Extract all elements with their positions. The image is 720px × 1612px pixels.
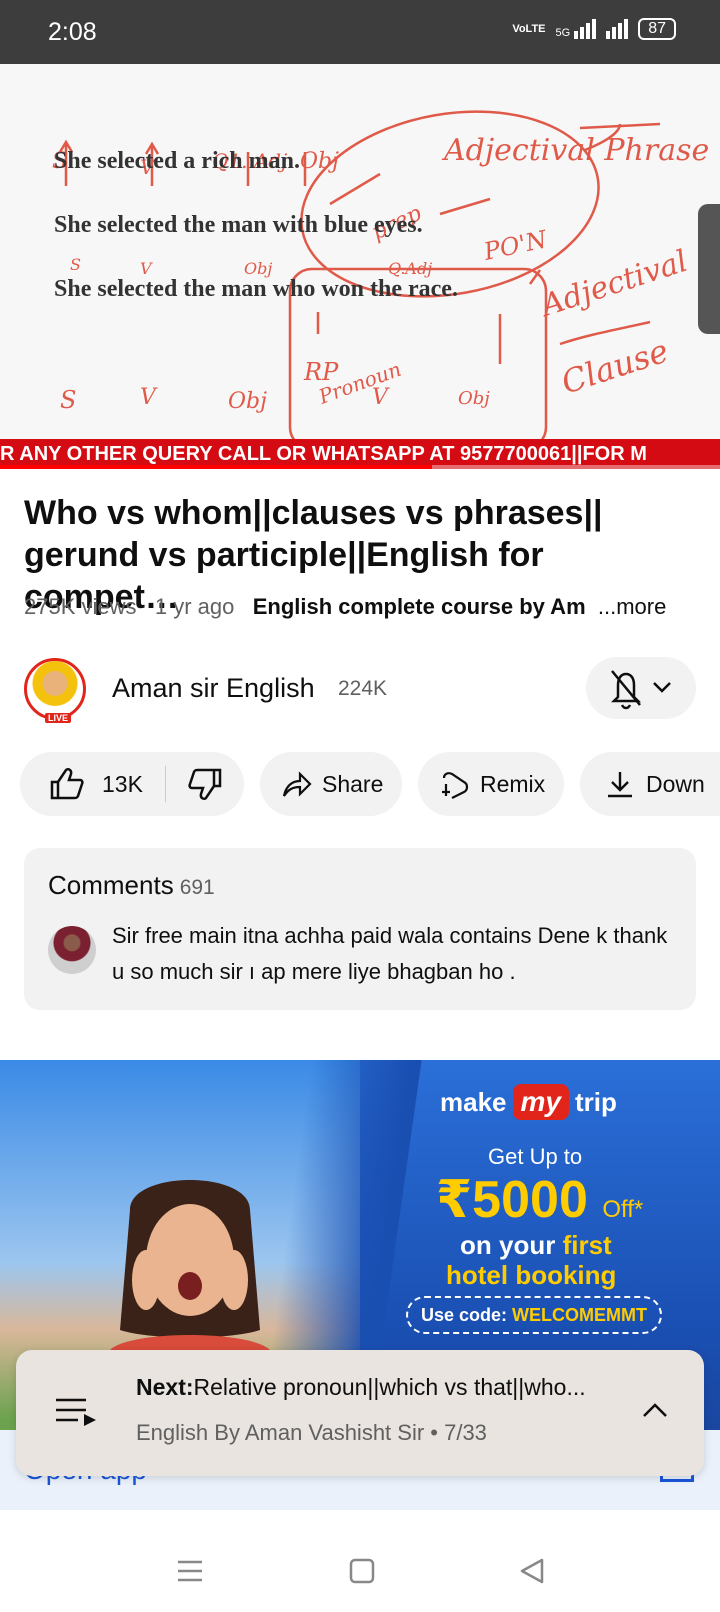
status-bar: 2:08 VoLTE 5G 87 xyxy=(0,0,720,64)
remix-button[interactable]: Remix xyxy=(418,752,564,816)
home-icon[interactable] xyxy=(348,1556,376,1586)
top-comment-text: Sir free main itna achha paid wala conta… xyxy=(112,923,668,984)
playlist-link[interactable]: English complete course by Am xyxy=(253,594,586,619)
upload-age: 1 yr ago xyxy=(154,594,235,619)
clock: 2:08 xyxy=(48,18,97,46)
comments-header: Comments 691 xyxy=(48,870,215,900)
remix-icon xyxy=(442,772,469,799)
comment-count: 691 xyxy=(179,876,215,899)
next-up-bar[interactable]: Next:Relative pronoun||which vs that||wh… xyxy=(16,1350,704,1476)
share-icon xyxy=(282,771,312,797)
svg-text:S: S xyxy=(70,255,81,274)
like-icon[interactable] xyxy=(46,764,86,804)
live-badge: LIVE xyxy=(45,713,72,723)
svg-text:PO'N: PO'N xyxy=(480,225,550,266)
ad-promo-code: Use code: WELCOMEMMT xyxy=(406,1296,662,1334)
download-icon xyxy=(608,772,632,798)
next-video-subtitle: English By Aman Vashisht Sir • 7/33 xyxy=(136,1420,487,1445)
channel-name[interactable]: Aman sir English xyxy=(112,673,315,704)
sentence-1: She selected a rich man. xyxy=(54,148,300,174)
bell-off-icon xyxy=(610,670,671,710)
video-player[interactable]: S V Q1. Adj Obj Adjectival Phrase S V Ob… xyxy=(0,64,720,469)
back-icon[interactable] xyxy=(518,1556,546,1586)
next-video-title[interactable]: Next:Relative pronoun||which vs that||wh… xyxy=(136,1374,616,1401)
notification-bell-button[interactable] xyxy=(586,657,696,719)
volte-icon: VoLTE xyxy=(512,23,546,35)
comments-panel[interactable]: Comments 691 Sir free main itna achha pai… xyxy=(24,848,696,1010)
svg-text:Adjectival: Adjectival xyxy=(535,244,692,325)
sentence-3: She selected the man who won the race. xyxy=(54,276,458,302)
svg-text:V: V xyxy=(140,385,158,410)
svg-text:Obj: Obj xyxy=(458,388,490,409)
svg-text:Obj: Obj xyxy=(228,389,267,414)
makemytrip-logo: make my trip xyxy=(440,1084,617,1120)
sentence-2: She selected the man with blue eyes. xyxy=(54,212,423,238)
channel-row: LIVE Aman sir English 224K xyxy=(24,655,696,725)
label-adjectival-phrase: Adjectival Phrase xyxy=(441,133,709,168)
ad-line-3: on your first xyxy=(460,1230,612,1260)
video-meta[interactable]: 275K views 1 yr ago English complete cou… xyxy=(24,594,684,620)
ad-price: ₹5000 Off* xyxy=(436,1171,644,1229)
chevron-up-icon[interactable] xyxy=(640,1396,670,1426)
chevron-down-icon xyxy=(653,682,671,693)
svg-text:Clause: Clause xyxy=(557,332,673,402)
commenter-avatar xyxy=(48,926,96,974)
handwritten-annotations: S V Q1. Adj Obj Adjectival Phrase S V Ob… xyxy=(52,110,709,451)
video-progress-bar[interactable] xyxy=(0,465,720,469)
channel-avatar[interactable]: LIVE xyxy=(24,658,86,723)
more-link[interactable]: ...more xyxy=(598,594,666,619)
view-count: 275K views xyxy=(24,594,137,619)
signal-icon xyxy=(606,19,629,39)
label-obj: Obj xyxy=(300,149,339,174)
video-progress-fill xyxy=(0,465,432,469)
subscriber-count: 224K xyxy=(338,677,388,700)
like-dislike-pill: 13K xyxy=(20,752,244,816)
share-button[interactable]: Share xyxy=(260,752,402,816)
system-nav-bar xyxy=(0,1530,720,1612)
battery-icon: 87 xyxy=(638,18,676,40)
divider xyxy=(164,766,166,802)
svg-text:S: S xyxy=(60,386,76,414)
signal-5g-icon: 5G xyxy=(556,19,597,39)
status-icons: VoLTE 5G 87 xyxy=(512,18,676,40)
ad-line-1: Get Up to xyxy=(488,1144,583,1169)
playlist-queue-icon[interactable] xyxy=(56,1396,96,1426)
ad-line-4: hotel booking xyxy=(446,1260,617,1290)
action-bar: 13K Share Remix Down xyxy=(20,752,720,816)
recents-menu-icon[interactable] xyxy=(176,1556,204,1586)
dislike-icon[interactable] xyxy=(186,764,226,804)
download-button[interactable]: Down xyxy=(580,752,720,816)
like-count[interactable]: 13K xyxy=(102,771,143,798)
whiteboard-toolbar xyxy=(698,204,720,334)
